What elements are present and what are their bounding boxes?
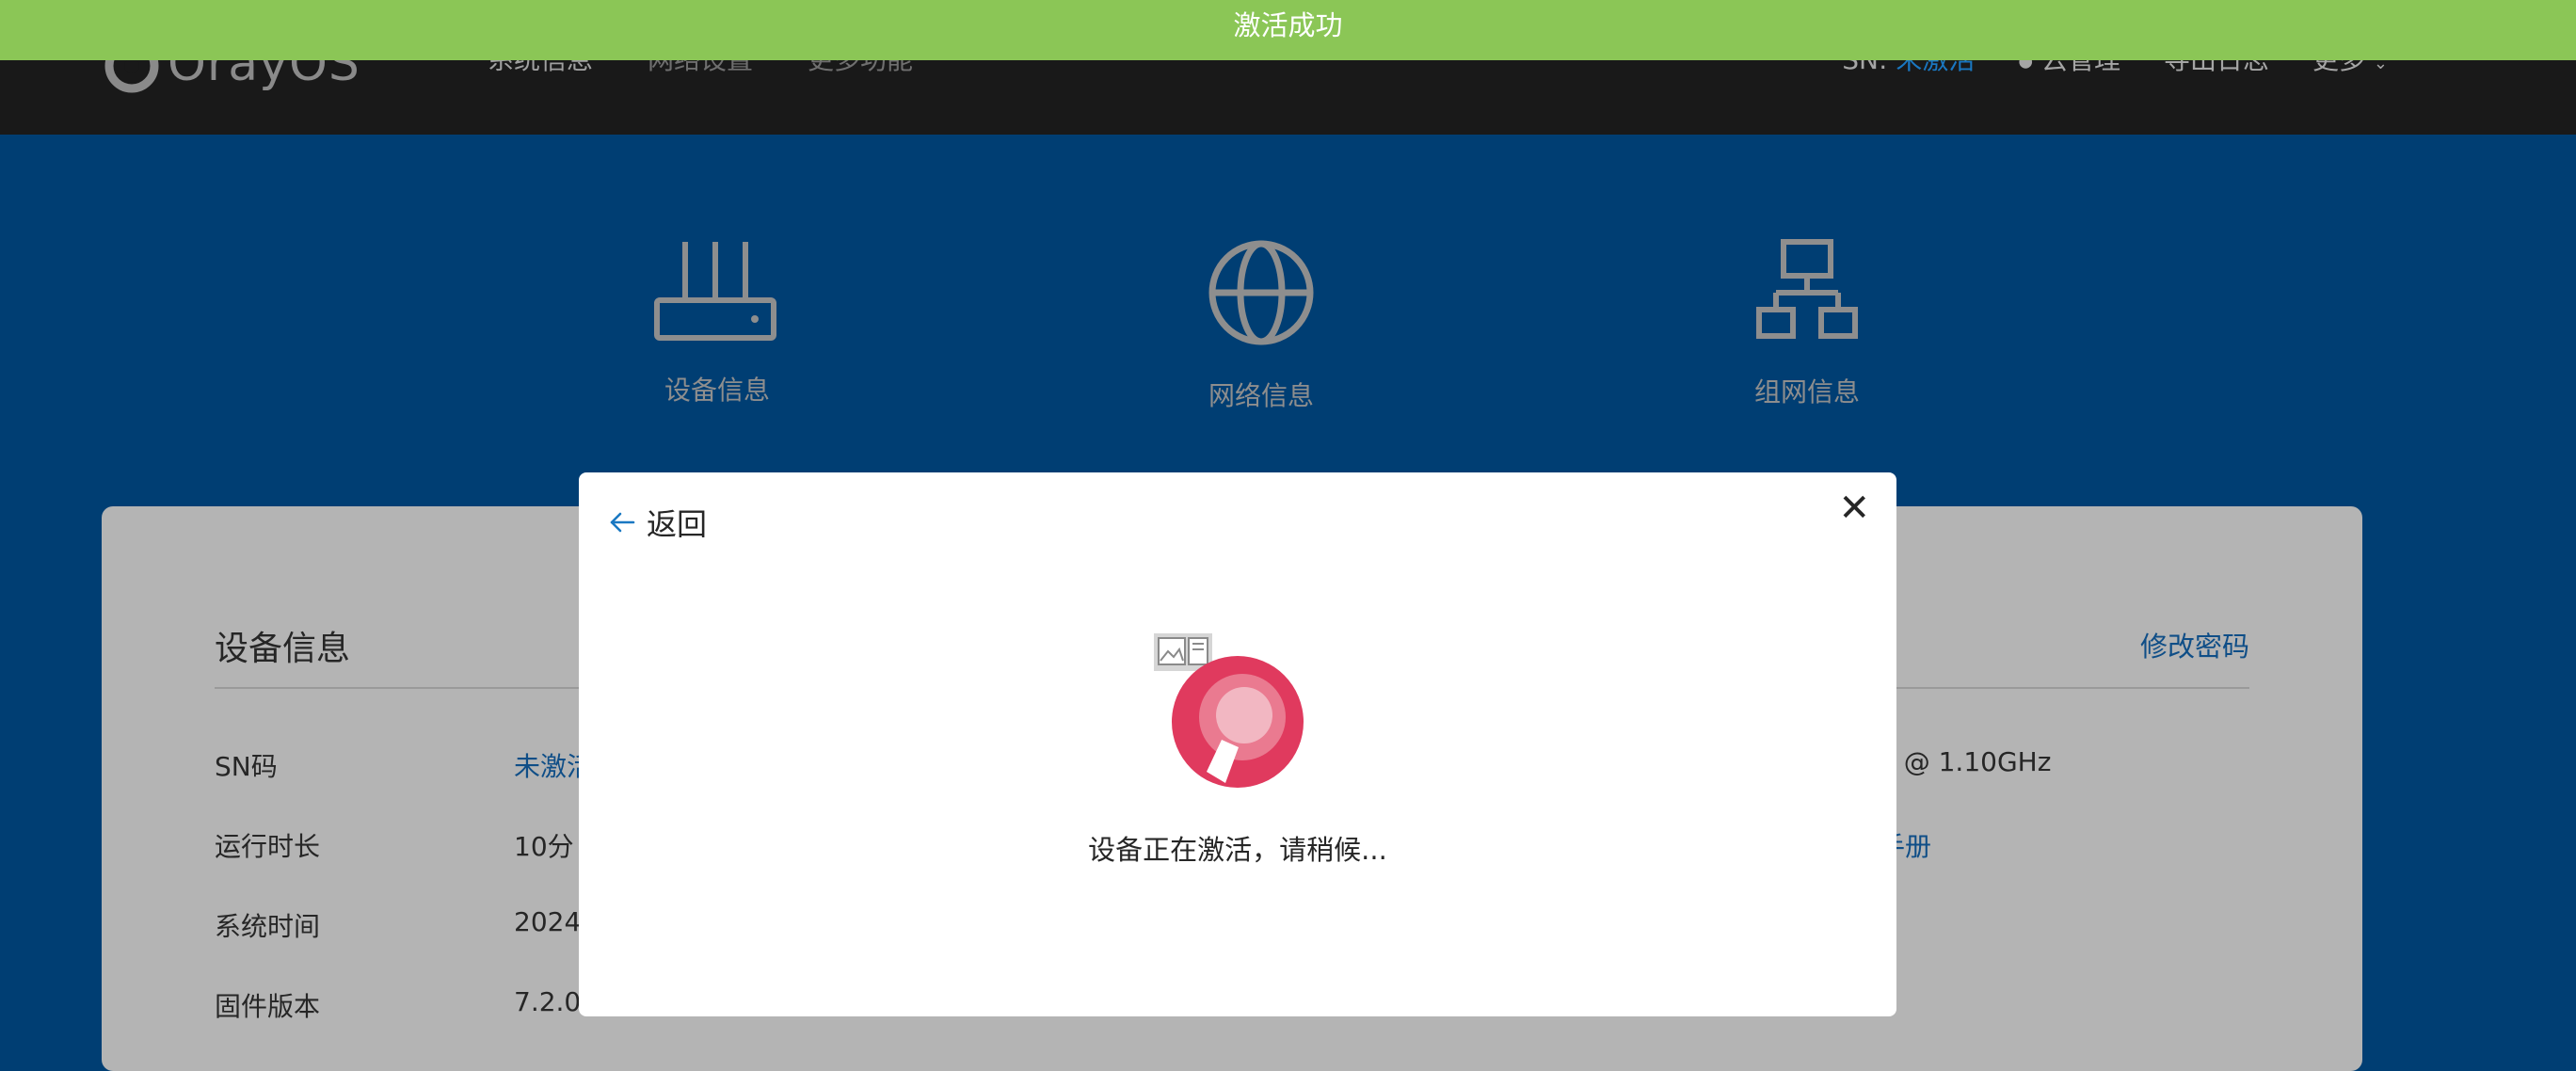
success-banner-text: 激活成功 <box>1233 9 1343 41</box>
back-button[interactable]: 返回 <box>609 501 707 544</box>
hero-network-info-label: 网络信息 <box>1208 380 1314 411</box>
row-label-system-time: 系统时间 <box>215 911 321 942</box>
row-value-uptime: 10分 <box>514 831 574 862</box>
success-banner: 激活成功 <box>0 0 2576 60</box>
activation-status-text: 设备正在激活，请稍候... <box>1088 834 1387 866</box>
row-label-sn: SN码 <box>215 751 278 782</box>
close-icon[interactable]: ✕ <box>1838 489 1870 527</box>
row-value-firmware: 7.2.0 <box>514 986 582 1017</box>
hero-device-info-label: 设备信息 <box>664 375 770 406</box>
activation-modal: 返回 ✕ 设备正在激活，请稍候... <box>579 472 1896 1016</box>
row-label-firmware: 固件版本 <box>215 991 321 1022</box>
change-password-link[interactable]: 修改密码 <box>2140 625 2249 664</box>
router-icon <box>654 242 776 341</box>
globe-icon <box>1208 240 1314 345</box>
hero-mesh-info-label: 组网信息 <box>1753 376 1860 408</box>
hero-mesh-info[interactable]: 组网信息 <box>1694 238 1920 409</box>
panel-title: 设备信息 <box>215 630 351 668</box>
network-topology-icon <box>1756 239 1858 339</box>
hero-network-info[interactable]: 网络信息 <box>1148 238 1374 413</box>
loading-spinner-icon <box>1172 656 1304 788</box>
back-label: 返回 <box>647 506 708 542</box>
hero-device-info[interactable]: 设备信息 <box>604 238 830 408</box>
row-label-uptime: 运行时长 <box>215 831 321 862</box>
cpu-info-value: 0 @ 1.10GHz <box>1879 746 2052 777</box>
arrow-left-icon <box>610 512 635 533</box>
